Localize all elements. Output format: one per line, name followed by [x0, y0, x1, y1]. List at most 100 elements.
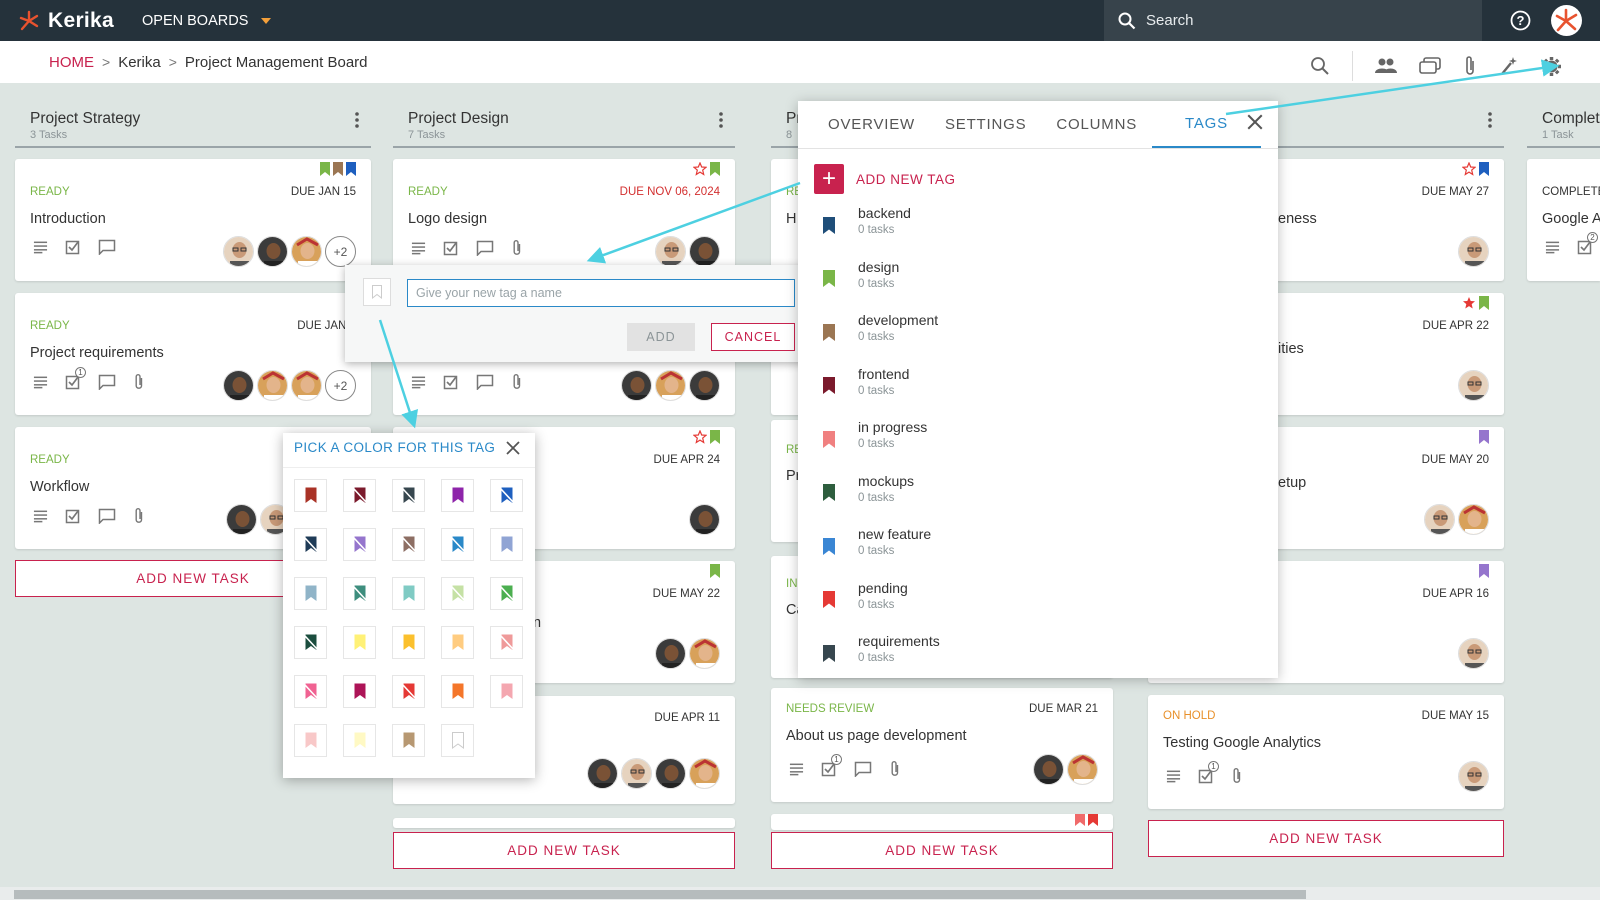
tag-color-icon[interactable]	[814, 638, 844, 668]
tag-color-icon[interactable]	[814, 371, 844, 401]
tab-columns[interactable]: COLUMNS	[1041, 101, 1152, 148]
task-card-partial[interactable]	[771, 814, 1113, 830]
tag-item[interactable]: requirements 0 tasks	[814, 633, 940, 678]
add-tag-button[interactable]: ADD	[627, 323, 695, 351]
tag-name[interactable]: new feature	[858, 526, 931, 542]
color-swatch[interactable]	[343, 724, 376, 757]
tag-color-icon[interactable]	[814, 317, 844, 347]
color-swatch[interactable]	[490, 675, 523, 708]
close-icon[interactable]	[1246, 113, 1264, 131]
tag-item[interactable]: in progress 0 tasks	[814, 419, 940, 473]
tag-item[interactable]: development 0 tasks	[814, 312, 940, 366]
add-new-task-button[interactable]: ADD NEW TASK	[771, 832, 1113, 869]
cancel-button[interactable]: CANCEL	[711, 323, 795, 351]
tag-color-icon[interactable]	[814, 264, 844, 294]
breadcrumb-org[interactable]: Kerika	[118, 54, 161, 71]
color-swatch[interactable]	[294, 675, 327, 708]
tag-name[interactable]: development	[858, 312, 938, 328]
tag-color-icon[interactable]	[814, 424, 844, 454]
color-swatch[interactable]	[343, 626, 376, 659]
tab-tags[interactable]: TAGS	[1152, 101, 1261, 148]
tag-item[interactable]: pending 0 tasks	[814, 580, 940, 634]
add-new-tag-button[interactable]: + ADD NEW TAG	[814, 164, 956, 194]
color-swatch[interactable]	[343, 577, 376, 610]
add-new-task-button[interactable]: ADD NEW TASK	[1148, 820, 1504, 857]
tag-color-icon[interactable]	[814, 585, 844, 615]
column-menu-icon[interactable]	[719, 112, 723, 128]
color-swatch[interactable]	[490, 528, 523, 561]
tag-item[interactable]: frontend 0 tasks	[814, 366, 940, 420]
color-swatch[interactable]	[441, 479, 474, 512]
task-card-introduction[interactable]: READY DUE JAN 15 Introduction +2	[15, 159, 371, 281]
color-swatch[interactable]	[294, 724, 327, 757]
tag-item[interactable]: new feature 0 tasks	[814, 526, 940, 580]
task-card-testing-google-analytics[interactable]: ON HOLD DUE MAY 15 Testing Google Analyt…	[1148, 695, 1504, 809]
help-button[interactable]: ?	[1510, 10, 1531, 36]
board-search-icon[interactable]	[1310, 56, 1330, 76]
tag-name[interactable]: in progress	[858, 419, 927, 435]
column-title[interactable]: Project Strategy	[30, 110, 371, 128]
tag-item[interactable]: design 0 tasks	[814, 259, 940, 313]
tab-settings[interactable]: SETTINGS	[930, 101, 1041, 148]
task-card-logo-design[interactable]: READY DUE NOV 06, 2024 Logo design	[393, 159, 735, 281]
user-avatar[interactable]	[1551, 5, 1582, 36]
star-icon[interactable]	[693, 162, 707, 176]
tag-color-icon[interactable]	[814, 210, 844, 240]
column-title[interactable]: Complete	[1542, 110, 1600, 128]
column-menu-icon[interactable]	[355, 112, 359, 128]
color-swatch[interactable]	[490, 577, 523, 610]
color-swatch[interactable]	[441, 626, 474, 659]
color-swatch[interactable]	[294, 479, 327, 512]
team-icon[interactable]	[1375, 57, 1397, 75]
logo[interactable]: Kerika	[18, 9, 114, 33]
tag-color-icon[interactable]	[814, 531, 844, 561]
new-tag-name-input[interactable]	[407, 279, 795, 307]
horizontal-scrollbar[interactable]	[0, 887, 1600, 900]
color-swatch[interactable]	[441, 675, 474, 708]
task-card-google-analytics[interactable]: COMPLETE Google A 2	[1527, 159, 1600, 281]
new-tag-color-button[interactable]	[363, 278, 391, 306]
color-swatch[interactable]	[490, 479, 523, 512]
more-assignees-badge[interactable]: +2	[325, 370, 356, 401]
scrollbar-thumb[interactable]	[14, 890, 1306, 899]
tag-name[interactable]: frontend	[858, 366, 909, 382]
open-boards-menu[interactable]: OPEN BOARDS	[142, 13, 272, 29]
task-card-project-requirements[interactable]: READY DUE JAN 2 Project requirements 1 +…	[15, 293, 371, 415]
tab-overview[interactable]: OVERVIEW	[813, 101, 930, 148]
color-swatch[interactable]	[392, 577, 425, 610]
tag-item[interactable]: backend 0 tasks	[814, 205, 940, 259]
color-swatch[interactable]	[441, 577, 474, 610]
color-swatch[interactable]	[294, 626, 327, 659]
breadcrumb-home[interactable]: HOME	[49, 54, 94, 71]
tag-name[interactable]: pending	[858, 580, 908, 596]
tag-color-icon[interactable]	[814, 478, 844, 508]
color-swatch[interactable]	[392, 626, 425, 659]
chat-icon[interactable]	[1419, 57, 1441, 75]
star-icon[interactable]	[693, 430, 707, 444]
color-swatch[interactable]	[294, 528, 327, 561]
color-swatch[interactable]	[392, 675, 425, 708]
color-swatch[interactable]	[392, 724, 425, 757]
settings-gear-icon[interactable]	[1541, 56, 1562, 77]
color-swatch[interactable]	[343, 479, 376, 512]
tag-name[interactable]: mockups	[858, 473, 914, 489]
attachment-icon[interactable]	[1463, 55, 1477, 77]
add-new-task-button[interactable]: ADD NEW TASK	[393, 832, 735, 869]
star-icon[interactable]	[1462, 162, 1476, 176]
color-swatch[interactable]	[392, 528, 425, 561]
color-swatch[interactable]	[490, 626, 523, 659]
star-filled-icon[interactable]	[1462, 296, 1476, 310]
tag-name[interactable]: design	[858, 259, 899, 275]
search-box[interactable]: Search	[1104, 0, 1482, 41]
task-card-about-us[interactable]: NEEDS REVIEW DUE MAR 21 About us page de…	[771, 688, 1113, 802]
magic-wand-icon[interactable]	[1499, 56, 1519, 76]
color-swatch[interactable]	[441, 724, 474, 757]
color-swatch[interactable]	[343, 528, 376, 561]
color-swatch[interactable]	[392, 479, 425, 512]
color-swatch[interactable]	[294, 577, 327, 610]
close-icon[interactable]	[505, 440, 521, 456]
tag-item[interactable]: mockups 0 tasks	[814, 473, 940, 527]
task-card-partial[interactable]	[393, 818, 735, 828]
tag-name[interactable]: requirements	[858, 633, 940, 649]
column-menu-icon[interactable]	[1488, 112, 1492, 128]
